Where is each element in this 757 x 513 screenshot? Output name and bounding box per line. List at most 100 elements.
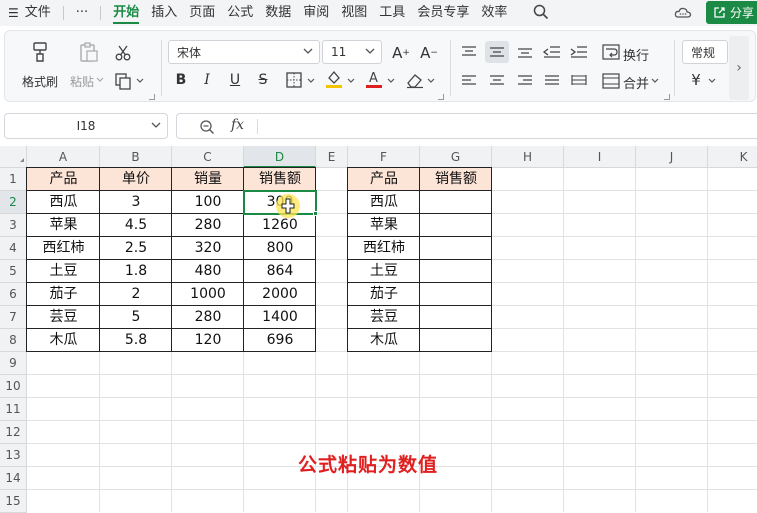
row-header-2[interactable]: 2	[0, 191, 27, 214]
table2-cell[interactable]	[420, 329, 492, 352]
increase-indent-icon[interactable]	[569, 43, 589, 61]
table2-cell[interactable]	[420, 306, 492, 329]
currency-chevron-icon[interactable]	[708, 77, 716, 85]
wrap-text-label[interactable]: 换行	[623, 45, 649, 64]
tab-data[interactable]: 数据	[259, 0, 297, 26]
zoom-icon[interactable]	[199, 119, 215, 135]
table1-cell[interactable]: 1400	[244, 306, 316, 329]
table1-cell[interactable]: 土豆	[27, 260, 100, 283]
select-all-corner[interactable]	[0, 146, 27, 168]
share-button[interactable]: 分享	[706, 1, 757, 24]
font-color-icon[interactable]: A	[364, 68, 384, 90]
merge-cells-label[interactable]: 合并	[623, 73, 649, 92]
column-header-c[interactable]: C	[172, 146, 244, 168]
row-header-5[interactable]: 5	[0, 260, 27, 283]
row-header-12[interactable]: 12	[0, 421, 27, 444]
name-box[interactable]: I18	[4, 113, 168, 139]
ribbon-scroll-right-icon[interactable]: ›	[729, 36, 749, 100]
table1-cell[interactable]: 西瓜	[27, 191, 100, 214]
table1-cell[interactable]: 800	[244, 237, 316, 260]
column-header-i[interactable]: I	[564, 146, 636, 168]
table1-cell[interactable]: 1.8	[100, 260, 172, 283]
table1-cell[interactable]: 2000	[244, 283, 316, 306]
table1-cell[interactable]: 864	[244, 260, 316, 283]
table1-cell[interactable]: 西红柿	[27, 237, 100, 260]
table1-cell[interactable]: 100	[172, 191, 244, 214]
row-header-3[interactable]: 3	[0, 214, 27, 237]
table2-cell[interactable]	[420, 260, 492, 283]
table1-header-cell[interactable]: 产品	[27, 168, 100, 191]
row-header-15[interactable]: 15	[0, 490, 27, 513]
increase-font-icon[interactable]: A +	[390, 42, 412, 64]
column-header-g[interactable]: G	[420, 146, 492, 168]
table2-cell[interactable]	[420, 214, 492, 237]
tab-formula[interactable]: 公式	[221, 0, 259, 26]
number-format-select[interactable]: 常规	[682, 40, 728, 64]
column-header-f[interactable]: F	[348, 146, 420, 168]
font-color-chevron-icon[interactable]	[387, 77, 395, 85]
distributed-align-icon[interactable]	[569, 72, 589, 90]
column-header-j[interactable]: J	[636, 146, 708, 168]
format-painter-label[interactable]: 格式刷	[22, 73, 58, 90]
table1-header-cell[interactable]: 销量	[172, 168, 244, 191]
tab-member[interactable]: 会员专享	[411, 0, 475, 26]
table1-cell[interactable]: 3	[100, 191, 172, 214]
font-group-launcher-icon[interactable]	[438, 94, 444, 100]
table1-cell[interactable]: 茄子	[27, 283, 100, 306]
row-header-1[interactable]: 1	[0, 168, 27, 191]
clipboard-group-launcher-icon[interactable]	[149, 94, 155, 100]
table1-cell[interactable]: 2.5	[100, 237, 172, 260]
table2-cell[interactable]	[420, 283, 492, 306]
row-header-9[interactable]: 9	[0, 352, 27, 375]
alignment-group-launcher-icon[interactable]	[664, 94, 670, 100]
row-header-7[interactable]: 7	[0, 306, 27, 329]
column-header-a[interactable]: A	[27, 146, 100, 168]
paste-label[interactable]: 粘贴	[70, 73, 94, 90]
clear-format-chevron-icon[interactable]	[427, 77, 435, 85]
table1-header-cell[interactable]: 销售额	[244, 168, 316, 191]
row-header-10[interactable]: 10	[0, 375, 27, 398]
column-header-h[interactable]: H	[492, 146, 564, 168]
table1-cell[interactable]: 280	[172, 306, 244, 329]
merge-chevron-icon[interactable]	[651, 77, 659, 85]
tab-efficiency[interactable]: 效率	[475, 0, 513, 26]
align-bottom-icon[interactable]	[515, 43, 535, 61]
italic-icon[interactable]: I	[198, 70, 216, 90]
table1-cell[interactable]: 1000	[172, 283, 244, 306]
border-icon[interactable]	[284, 70, 304, 90]
format-painter-icon[interactable]	[28, 40, 52, 64]
table1-cell[interactable]: 480	[172, 260, 244, 283]
table2-cell[interactable]: 茄子	[348, 283, 420, 306]
bold-icon[interactable]: B	[172, 70, 190, 90]
fill-color-icon[interactable]	[324, 68, 344, 90]
font-name-select[interactable]: 宋体	[168, 40, 320, 64]
table2-cell[interactable]	[420, 237, 492, 260]
cut-icon[interactable]	[113, 43, 133, 63]
column-header-d[interactable]: D	[244, 146, 316, 168]
table1-cell[interactable]: 苹果	[27, 214, 100, 237]
table1-header-cell[interactable]: 单价	[100, 168, 172, 191]
search-icon[interactable]	[532, 3, 550, 21]
paste-chevron-icon[interactable]	[96, 76, 104, 84]
tab-home[interactable]: 开始	[107, 0, 145, 26]
fill-handle[interactable]	[313, 211, 318, 216]
align-right-icon[interactable]	[515, 72, 535, 90]
paste-icon[interactable]	[76, 40, 100, 64]
table2-cell[interactable]: 苹果	[348, 214, 420, 237]
tab-tools[interactable]: 工具	[373, 0, 411, 26]
align-center-icon[interactable]	[485, 72, 509, 90]
more-menu[interactable]: ···	[70, 0, 94, 26]
column-header-k[interactable]: K	[708, 146, 757, 168]
tab-page[interactable]: 页面	[183, 0, 221, 26]
column-header-e[interactable]: E	[316, 146, 348, 168]
table1-cell[interactable]: 2	[100, 283, 172, 306]
row-header-4[interactable]: 4	[0, 237, 27, 260]
align-left-icon[interactable]	[459, 72, 479, 90]
font-size-select[interactable]: 11	[322, 40, 382, 64]
decrease-indent-icon[interactable]	[542, 43, 562, 61]
insert-function-icon[interactable]: fx	[231, 117, 244, 133]
row-header-14[interactable]: 14	[0, 467, 27, 490]
tab-view[interactable]: 视图	[335, 0, 373, 26]
table1-cell[interactable]: 696	[244, 329, 316, 352]
table2-cell[interactable]: 土豆	[348, 260, 420, 283]
